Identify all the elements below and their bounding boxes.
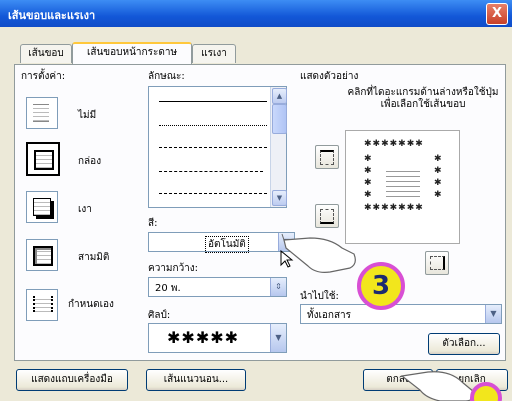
tab-page-border-label: เส้นขอบหน้ากระดาษ — [86, 47, 178, 58]
pointing-hand-icon — [400, 371, 502, 401]
close-button[interactable]: X — [486, 3, 508, 25]
art-label: ศิลป์: — [148, 310, 171, 321]
preset-3d-label: สามมิติ — [78, 252, 110, 263]
style-list[interactable]: ▲ ▼ — [148, 86, 287, 208]
width-label: ความกว้าง: — [148, 263, 199, 274]
color-value: อัตโนมัติ — [205, 236, 249, 253]
3d-icon — [33, 246, 53, 266]
none-icon — [33, 104, 49, 122]
chevron-down-icon[interactable]: ▼ — [485, 305, 501, 323]
box-icon — [34, 150, 54, 170]
preview-diagram[interactable]: ✱✱✱✱✱✱✱ ✱✱✱✱✱✱✱ ✱ ✱ ✱ ✱ ✱ ✱ ✱ ✱ — [345, 130, 460, 244]
setting-title: การตั้งค่า: — [21, 71, 66, 82]
style-scrollbar[interactable]: ▲ ▼ — [270, 87, 287, 207]
preset-box[interactable] — [26, 142, 60, 176]
preview-hint: คลิกที่ไดอะแกรมด้านล่างหรือใช้ปุ่มเพื่อเ… — [347, 87, 499, 110]
preview-bottom-stars: ✱✱✱✱✱✱✱ — [364, 203, 424, 213]
style-dashed[interactable] — [159, 147, 267, 148]
preview-title: แสดงตัวอย่าง — [300, 71, 359, 82]
preview-top-stars: ✱✱✱✱✱✱✱ — [364, 139, 424, 149]
border-top-icon — [320, 150, 334, 165]
custom-icon — [33, 296, 53, 312]
style-solid[interactable] — [159, 101, 267, 102]
preset-custom-label: กำหนดเอง — [68, 299, 114, 310]
tab-page-border[interactable]: เส้นขอบหน้ากระดาษ — [72, 42, 192, 64]
step-callout: 3 — [357, 262, 405, 310]
preview-right-stars: ✱ ✱ ✱ ✱ — [434, 154, 443, 200]
art-value: ✱✱✱✱✱ — [167, 328, 240, 347]
style-title: ลักษณะ: — [148, 71, 185, 82]
scroll-thumb[interactable] — [272, 104, 287, 134]
width-value: 20 พ. — [155, 283, 181, 294]
apply-value: ทั้งเอกสาร — [307, 310, 352, 321]
tab-shading[interactable]: แรเงา — [192, 44, 236, 63]
scroll-up-icon[interactable]: ▲ — [272, 88, 287, 104]
dialog-body: เส้นขอบ เส้นขอบหน้ากระดาษ แรเงา การตั้งค… — [0, 27, 512, 401]
horizontal-line-button[interactable]: เส้นแนวนอน... — [146, 369, 246, 391]
preview-text-lines — [386, 167, 420, 197]
preset-3d[interactable] — [26, 239, 58, 271]
style-long-dash[interactable] — [159, 171, 263, 172]
tab-borders[interactable]: เส้นขอบ — [20, 44, 72, 63]
preset-shadow-label: เงา — [78, 204, 92, 215]
apply-dropdown[interactable]: ทั้งเอกสาร ▼ — [300, 304, 502, 324]
preview-left-stars: ✱ ✱ ✱ ✱ — [364, 154, 373, 200]
border-top-button[interactable] — [315, 145, 339, 169]
tab-shading-label: แรเงา — [201, 48, 227, 59]
style-dash-dot[interactable] — [159, 193, 267, 194]
style-dotted[interactable] — [159, 125, 267, 126]
title-bar: เส้นขอบและแรเงา X — [0, 0, 512, 27]
width-dropdown[interactable]: 20 พ. ⇕ — [148, 277, 287, 297]
color-dropdown[interactable]: อัตโนมัติ ▼ — [148, 232, 295, 253]
show-toolbar-button[interactable]: แสดงแถบเครื่องมือ — [16, 369, 128, 391]
border-right-button[interactable] — [425, 251, 449, 275]
border-right-icon — [430, 256, 445, 270]
scroll-down-icon[interactable]: ▼ — [272, 190, 287, 206]
preset-custom[interactable] — [26, 289, 58, 321]
tab-borders-label: เส้นขอบ — [28, 48, 64, 59]
mouse-cursor-icon — [280, 250, 294, 268]
color-label: สี: — [148, 218, 158, 229]
preset-none[interactable] — [26, 97, 58, 129]
window-title: เส้นขอบและแรเงา — [8, 9, 96, 22]
preset-box-label: กล่อง — [78, 156, 102, 167]
preset-none-label: ไม่มี — [78, 110, 97, 121]
chevron-down-icon[interactable]: ▼ — [270, 324, 286, 352]
preset-shadow[interactable] — [26, 191, 58, 223]
border-bottom-icon — [320, 209, 334, 224]
apply-label: นำไปใช้: — [300, 291, 339, 302]
art-dropdown[interactable]: ✱✱✱✱✱ ▼ — [148, 323, 287, 353]
shadow-icon — [33, 198, 51, 216]
border-bottom-button[interactable] — [315, 204, 339, 228]
options-button[interactable]: ตัวเลือก... — [428, 333, 500, 355]
